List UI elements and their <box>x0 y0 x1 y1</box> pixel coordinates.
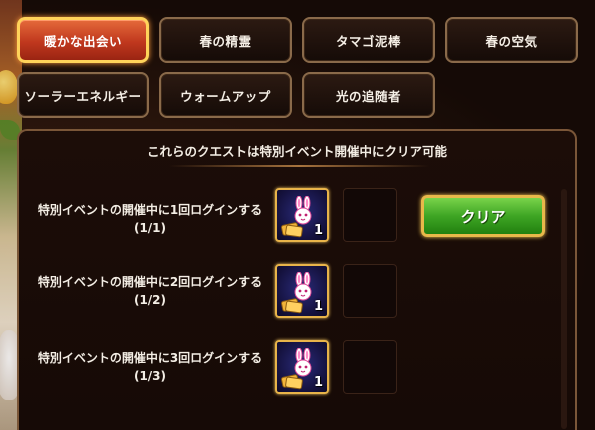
quest-text: 特別イベントの開催中に2回ログインする <box>37 275 263 289</box>
event-quest-screen: 暖かな出会い 春の精霊 タマゴ泥棒 春の空気 ソーラーエネルギー ウォームアップ… <box>0 0 595 430</box>
tab-spring-spirit[interactable]: 春の精霊 <box>159 17 292 63</box>
quest-text: 特別イベントの開催中に1回ログインする <box>37 203 263 217</box>
tab-light-follower[interactable]: 光の追随者 <box>302 72 435 118</box>
easter-egg-decoration <box>0 70 18 104</box>
quest-list-scrollbar[interactable] <box>561 189 567 429</box>
quest-description-2: 特別イベントの開催中に2回ログインする (1/2) <box>19 273 281 309</box>
empty-reward-slot <box>343 340 397 394</box>
reward-count: 1 <box>313 375 323 390</box>
empty-reward-slot <box>343 264 397 318</box>
reward-count: 1 <box>313 299 323 314</box>
ticket-icon <box>281 298 303 314</box>
reward-item-slot[interactable]: 1 <box>275 340 329 394</box>
quest-panel: これらのクエストは特別イベント開催中にクリア可能 特別イベントの開催中に1回ログ… <box>17 129 577 430</box>
ticket-icon <box>281 374 303 390</box>
tab-warm-encounter[interactable]: 暖かな出会い <box>17 17 149 63</box>
quest-description-3: 特別イベントの開催中に3回ログインする (1/3) <box>19 349 281 385</box>
quest-progress: (1/1) <box>133 221 167 235</box>
tab-egg-thief[interactable]: タマゴ泥棒 <box>302 17 435 63</box>
reward-item-slot[interactable]: 1 <box>275 264 329 318</box>
tab-spring-air[interactable]: 春の空気 <box>445 17 578 63</box>
tab-warm-up[interactable]: ウォームアップ <box>159 72 292 118</box>
ticket-icon <box>281 222 303 238</box>
panel-title: これらのクエストは特別イベント開催中にクリア可能 <box>146 144 447 159</box>
quest-progress: (1/2) <box>133 293 167 307</box>
tab-solar-energy[interactable]: ソーラーエネルギー <box>17 72 149 118</box>
panel-divider <box>169 165 429 167</box>
quest-description-1: 特別イベントの開催中に1回ログインする (1/1) <box>19 201 281 237</box>
empty-reward-slot <box>343 188 397 242</box>
reward-item-slot[interactable]: 1 <box>275 188 329 242</box>
quest-text: 特別イベントの開催中に3回ログインする <box>37 351 263 365</box>
reward-count: 1 <box>313 223 323 238</box>
quest-progress: (1/3) <box>133 369 167 383</box>
clear-button[interactable]: クリア <box>421 195 545 237</box>
